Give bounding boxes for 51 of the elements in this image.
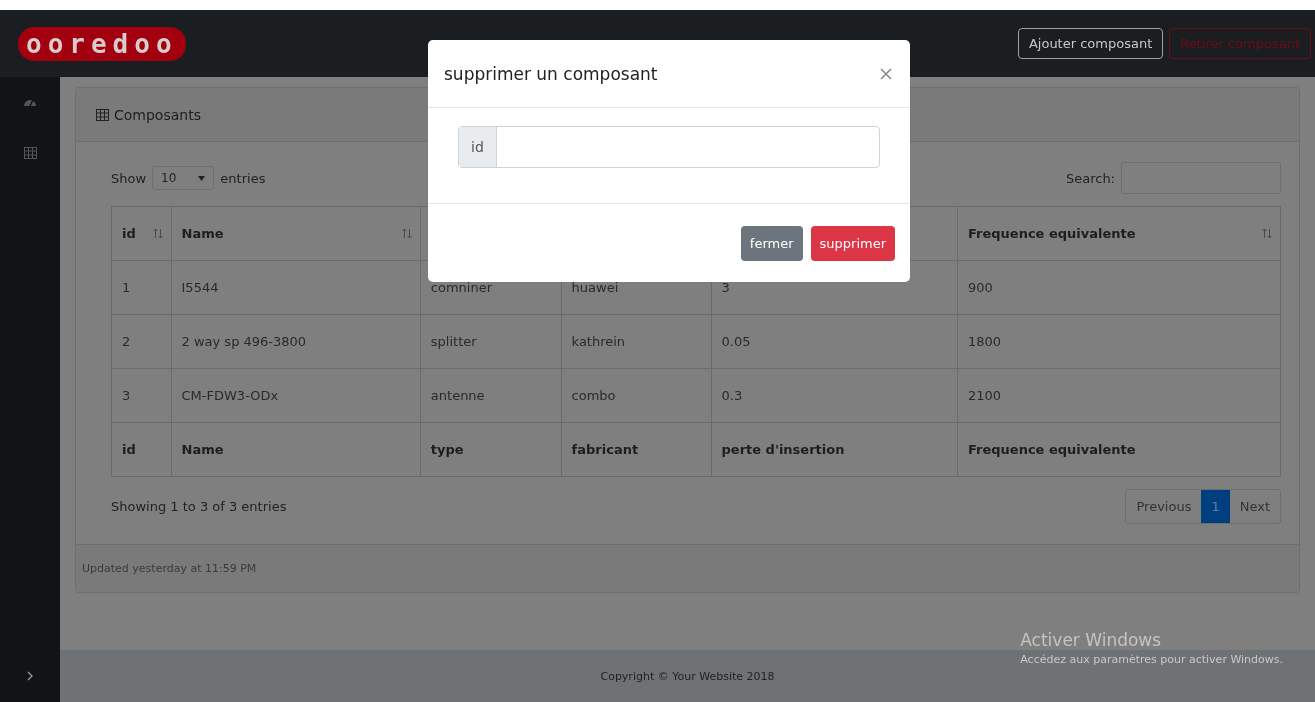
table-cell: combo xyxy=(561,368,712,423)
table-cell: I5544 xyxy=(171,260,421,315)
page-button[interactable]: Next xyxy=(1229,490,1280,523)
card-title: Composants xyxy=(114,106,201,123)
table-cell: 1 xyxy=(111,260,172,315)
search-label: Search: xyxy=(1065,170,1115,186)
sort-icon xyxy=(401,228,412,239)
page-button[interactable]: 1 xyxy=(1201,490,1230,523)
brand-logo[interactable]: ooredoo xyxy=(18,26,186,61)
table-info: Showing 1 to 3 of 3 entries xyxy=(111,499,287,514)
table-cell: 0.3 xyxy=(711,368,958,423)
updated-text: Updated yesterday at 11:59 PM xyxy=(82,562,257,575)
table-cell: splitter xyxy=(420,314,562,369)
activation-text: Accédez aux paramètres pour activer Windows. xyxy=(1020,653,1283,666)
modal-button[interactable]: supprimer xyxy=(810,225,895,261)
id-input-field[interactable]: id xyxy=(458,126,880,168)
table-cell: 3 xyxy=(111,368,172,423)
table-header[interactable]: Frequence equivalente xyxy=(957,206,1281,261)
chevron-right-icon xyxy=(27,671,33,681)
modal-button[interactable]: fermer xyxy=(740,225,803,261)
table-footer-cell: Frequence equivalente xyxy=(957,422,1281,477)
sidebar-toggle-button[interactable] xyxy=(0,650,60,702)
entries-label: entries xyxy=(220,170,266,186)
caret-icon xyxy=(198,175,206,181)
sort-icon xyxy=(1262,228,1272,239)
table-cell: 2 xyxy=(111,314,172,369)
nav-button[interactable]: Ajouter composant xyxy=(1017,28,1164,59)
page-button[interactable]: Previous xyxy=(1126,490,1202,523)
table-cell: 0.05 xyxy=(711,314,958,369)
table-header[interactable]: Name xyxy=(171,206,421,261)
sort-icon xyxy=(152,228,163,239)
table-footer-cell: fabricant xyxy=(561,422,712,477)
table-cell: 2100 xyxy=(957,368,1281,423)
modal-title: supprimer un composant xyxy=(444,63,658,84)
input-prefix: id xyxy=(459,127,497,167)
entries-select[interactable]: 10 xyxy=(152,166,215,190)
table-cell: kathrein xyxy=(561,314,712,369)
table-footer-cell: Name xyxy=(171,422,421,477)
table-footer-cell: id xyxy=(111,422,172,477)
table-cell: 1800 xyxy=(957,314,1281,369)
table-cell: 2 way sp 496-3800 xyxy=(171,314,421,369)
table-cell: 900 xyxy=(957,260,1281,315)
table-icon[interactable] xyxy=(23,147,37,159)
table-icon xyxy=(96,108,109,121)
table-cell: antenne xyxy=(420,368,562,423)
show-label: Show xyxy=(111,170,147,186)
table-cell: CM-FDW3-ODx xyxy=(171,368,421,423)
table-footer-cell: type xyxy=(420,422,562,477)
table-footer-cell: perte d'insertion xyxy=(711,422,958,477)
table-header[interactable]: id xyxy=(111,206,172,261)
copyright-text: Copyright © Your Website 2018 xyxy=(600,669,775,683)
